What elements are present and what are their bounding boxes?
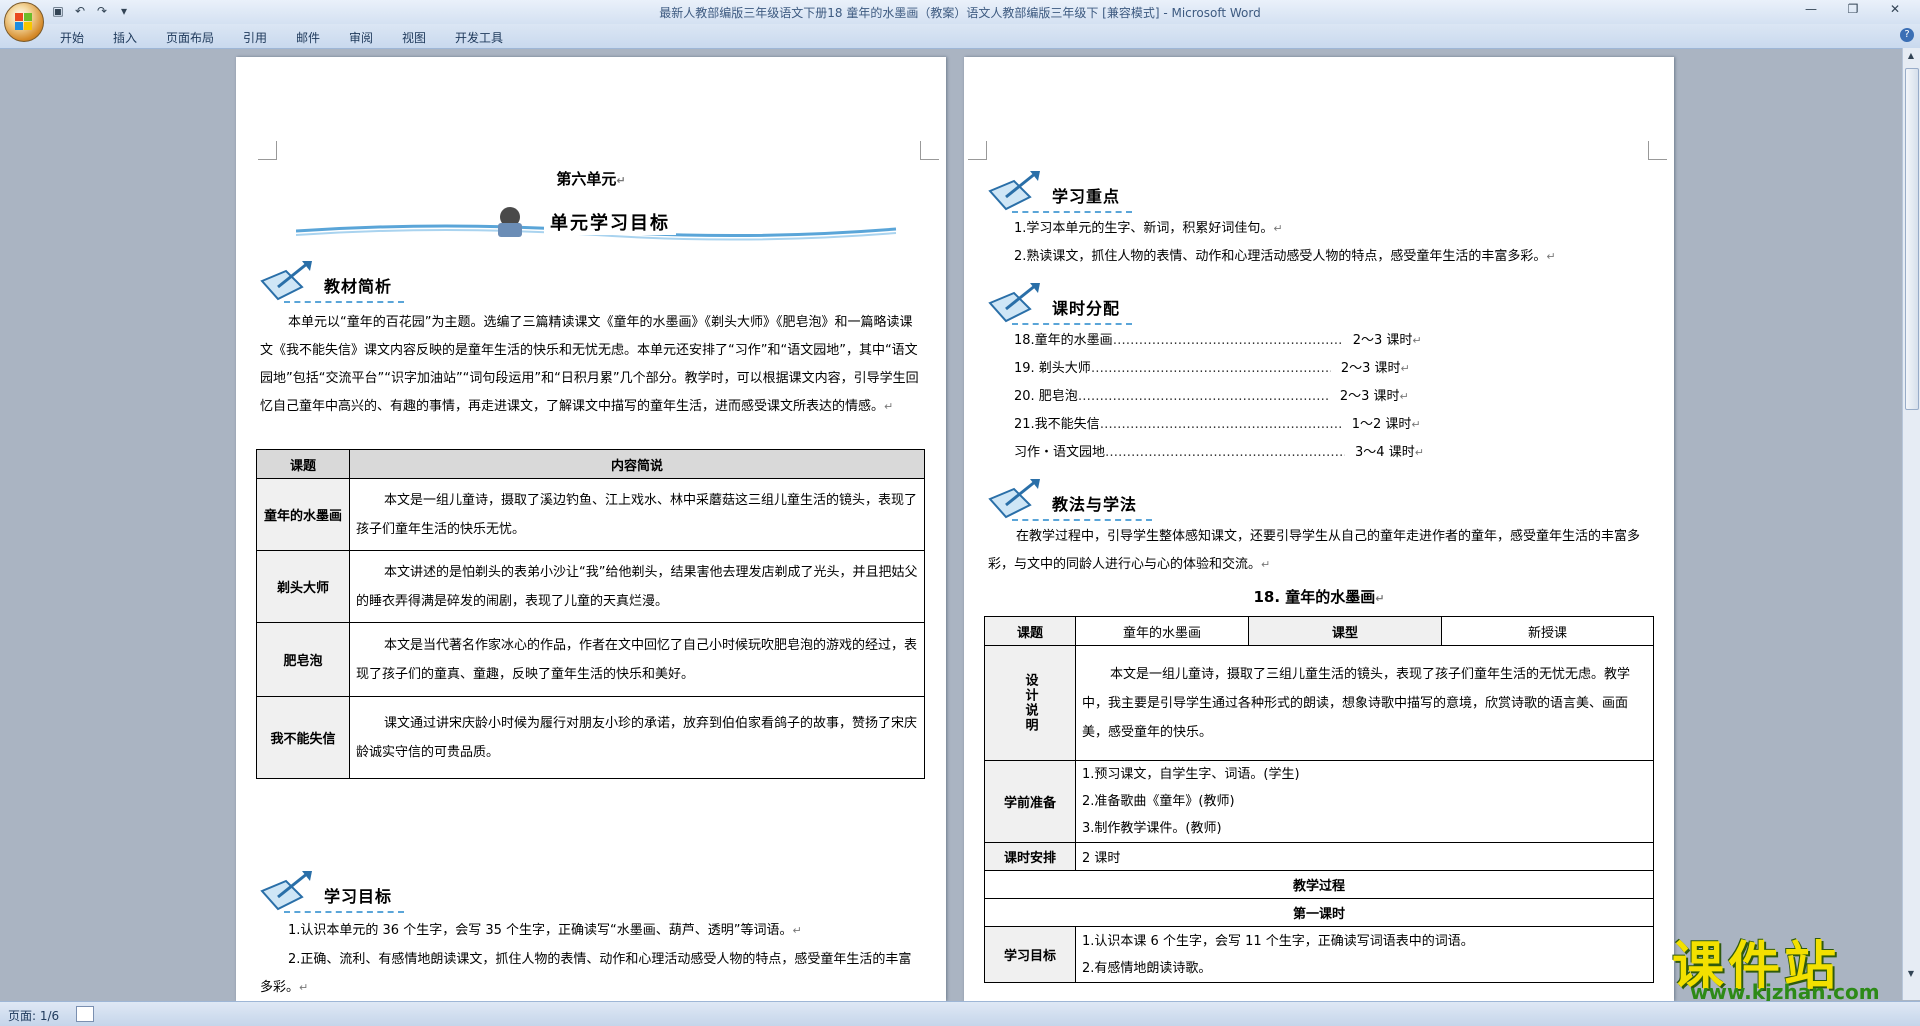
tab-view[interactable]: 视图 <box>402 29 426 46</box>
method-paragraph: 在教学过程中，引导学生整体感知课文，还要引导学生从自己的童年走进作者的童年，感受… <box>988 529 1641 572</box>
schedule-row: 习作・语文园地…………………………………………………………3～4 课时↵ <box>1014 445 1424 460</box>
goal-item: 1.认识本单元的 36 个生字，会写 35 个生字，正确读写“水墨画、葫芦、透明… <box>288 923 802 938</box>
ribbon-tabs: 开始 插入 页面布局 引用 邮件 审阅 视图 开发工具 ? <box>0 24 1920 49</box>
maximize-icon[interactable]: ❐ <box>1832 0 1874 20</box>
focus-item: 1.学习本单元的生字、新词，积累好词佳句。↵ <box>1014 221 1283 236</box>
design-label: 设计说明 <box>984 645 1076 761</box>
row-content: 课文通过讲宋庆龄小时候为履行对朋友小珍的承诺，放弃到伯伯家看鸽子的故事，赞扬了宋… <box>349 696 925 779</box>
first-lesson-row: 第一课时 <box>984 898 1654 927</box>
tab-insert[interactable]: 插入 <box>113 29 137 46</box>
focus-header: 学习重点 <box>986 167 1186 213</box>
vertical-scrollbar[interactable]: ▲ ▼ <box>1902 48 1920 1000</box>
schedule-row: 20. 肥皂泡…………………………………………………………2～3 课时↵ <box>1014 389 1409 404</box>
design-text: 本文是一组儿童诗，摄取了三组儿童生活的镜头，表现了孩子们童年生活的无忧无虑。教学… <box>1075 645 1654 761</box>
row-title: 剃头大师 <box>256 550 350 623</box>
content-table: 课题 内容简说 童年的水墨画 本文是一组儿童诗，摄取了溪边钓鱼、江上戏水、林中采… <box>256 449 925 779</box>
focus-item: 2.熟读课文，抓住人物的表情、动作和心理活动感受人物的特点，感受童年生活的丰富多… <box>1014 249 1556 264</box>
title-bar: ▣ ↶ ↷ ▾ 最新人教部编版三年级语文下册18 童年的水墨画（教案）语文人教部… <box>0 0 1920 24</box>
window-title: 最新人教部编版三年级语文下册18 童年的水墨画（教案）语文人教部编版三年级下 [… <box>659 6 1261 20</box>
goal-item: 2.正确、流利、有感情地朗读课文，抓住人物的表情、动作和心理活动感受人物的特点，… <box>260 952 912 995</box>
tab-mailings[interactable]: 邮件 <box>296 29 320 46</box>
minimize-icon[interactable]: — <box>1790 0 1832 20</box>
analysis-paragraph: 本单元以“童年的百花园”为主题。选编了三篇精读课文《童年的水墨画》《剃头大师》《… <box>260 315 919 414</box>
row-content: 本文讲述的是怕剃头的表弟小沙让“我”给他剃头，结果害他去理发店剃成了光头，并且把… <box>349 550 925 623</box>
type-value: 新授课 <box>1441 616 1654 646</box>
prep-label: 学前准备 <box>984 760 1076 843</box>
schedule-list: 18.童年的水墨画…………………………………………………………2～3 课时↵ 1… <box>1014 327 1424 467</box>
tab-developer[interactable]: 开发工具 <box>455 29 503 46</box>
method-header: 教法与学法 <box>986 475 1186 521</box>
type-label: 课型 <box>1248 616 1442 646</box>
schedule-label: 课时安排 <box>984 842 1076 871</box>
tab-page-layout[interactable]: 页面布局 <box>166 29 214 46</box>
schedule-value: 2 课时 <box>1075 842 1654 871</box>
table-header: 内容简说 <box>349 449 925 479</box>
schedule-row: 21.我不能失信…………………………………………………………1～2 课时↵ <box>1014 417 1421 432</box>
table-row: 我不能失信 课文通过讲宋庆龄小时候为履行对朋友小珍的承诺，放弃到伯伯家看鸽子的故… <box>256 696 925 779</box>
goals-list: 1.认识本课 6 个生字，会写 11 个生字，正确读写词语表中的词语。 2.有感… <box>1075 926 1654 983</box>
document-page-1[interactable]: 第六单元↵ 单元学习目标 教材简析 本单元以“童年的百花园”为主题。选编了三篇精… <box>236 57 946 1001</box>
row-title: 童年的水墨画 <box>256 478 350 551</box>
scroll-up-icon[interactable]: ▲ <box>1905 50 1917 62</box>
unit-banner-label: 单元学习目标 <box>544 209 676 235</box>
topic-label: 课题 <box>984 616 1076 646</box>
help-icon[interactable]: ? <box>1900 28 1914 42</box>
unit-title: 第六单元↵ <box>556 170 626 188</box>
prep-item: 3.制作教学课件。(教师) <box>1082 821 1222 836</box>
tab-home[interactable]: 开始 <box>60 29 84 46</box>
window-controls: — ❐ ✕ <box>1790 0 1916 20</box>
office-button[interactable] <box>4 2 44 42</box>
schedule-header: 课时分配 <box>986 279 1186 325</box>
schedule-row: 18.童年的水墨画…………………………………………………………2～3 课时↵ <box>1014 333 1422 348</box>
analysis-header: 教材简析 <box>258 257 458 303</box>
close-icon[interactable]: ✕ <box>1874 0 1916 20</box>
row-title: 肥皂泡 <box>256 622 350 697</box>
prep-list: 1.预习课文，自学生字、词语。(学生) 2.准备歌曲《童年》(教师) 3.制作教… <box>1075 760 1654 843</box>
goals-header: 学习目标 <box>258 867 458 913</box>
schedule-row: 19. 剃头大师…………………………………………………………2～3 课时↵ <box>1014 361 1410 376</box>
tab-references[interactable]: 引用 <box>243 29 267 46</box>
lesson-table: 课题 童年的水墨画 课型 新授课 设计说明 本文是一组儿童诗，摄取了三组儿童生活… <box>984 616 1654 983</box>
unit-banner: 单元学习目标 <box>295 201 916 241</box>
prep-item: 2.准备歌曲《童年》(教师) <box>1082 794 1235 809</box>
lesson-title: 18. 童年的水墨画↵ <box>1253 588 1385 606</box>
table-row: 童年的水墨画 本文是一组儿童诗，摄取了溪边钓鱼、江上戏水、林中采蘑菇这三组儿童生… <box>256 478 925 551</box>
topic-value: 童年的水墨画 <box>1075 616 1249 646</box>
page-indicator[interactable]: 页面: 1/6 <box>8 1007 59 1024</box>
tab-review[interactable]: 审阅 <box>349 29 373 46</box>
goal-item: 2.有感情地朗读诗歌。 <box>1082 960 1212 976</box>
table-row: 肥皂泡 本文是当代著名作家冰心的作品，作者在文中回忆了自己小时候玩吹肥皂泡的游戏… <box>256 622 925 697</box>
table-row: 剃头大师 本文讲述的是怕剃头的表弟小沙让“我”给他剃头，结果害他去理发店剃成了光… <box>256 550 925 623</box>
office-logo-icon <box>15 13 33 31</box>
row-content: 本文是当代著名作家冰心的作品，作者在文中回忆了自己小时候玩吹肥皂泡的游戏的经过，… <box>349 622 925 697</box>
scroll-thumb[interactable] <box>1905 68 1919 410</box>
site-watermark: 课件站 www.kjzhan.com <box>1672 924 1912 1004</box>
document-page-2[interactable]: 学习重点 1.学习本单元的生字、新词，积累好词佳句。↵ 2.熟读课文，抓住人物的… <box>964 57 1674 1001</box>
status-bar: 页面: 1/6 <box>0 1001 1920 1026</box>
table-header: 课题 <box>256 449 350 479</box>
goal-item: 1.认识本课 6 个生字，会写 11 个生字，正确读写词语表中的词语。 <box>1082 933 1474 949</box>
goals-label: 学习目标 <box>984 926 1076 983</box>
prep-item: 1.预习课文，自学生字、词语。(学生) <box>1082 767 1300 782</box>
proofing-icon[interactable] <box>76 1006 94 1022</box>
row-title: 我不能失信 <box>256 696 350 779</box>
process-row: 教学过程 <box>984 870 1654 899</box>
row-content: 本文是一组儿童诗，摄取了溪边钓鱼、江上戏水、林中采蘑菇这三组儿童生活的镜头，表现… <box>349 478 925 551</box>
